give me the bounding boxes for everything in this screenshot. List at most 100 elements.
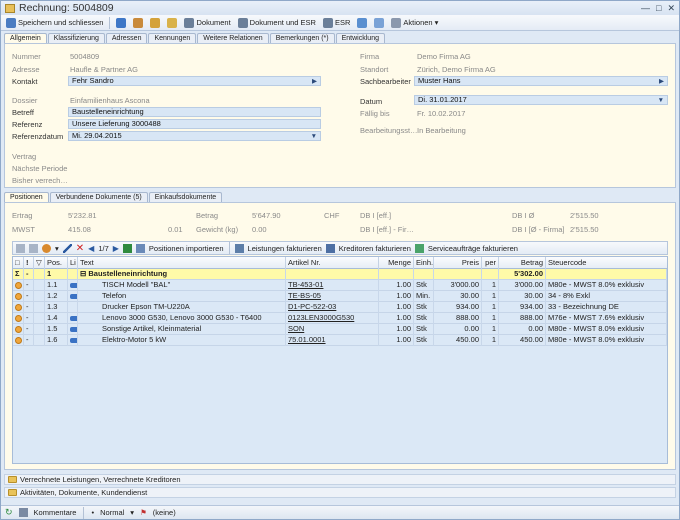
invoice-service-orders-button[interactable]: Serviceaufträge fakturieren xyxy=(428,244,518,253)
tab-verbundene-dokumente[interactable]: Verbundene Dokumente (5) xyxy=(49,192,148,202)
header-flag-icon[interactable]: ! xyxy=(24,257,34,269)
kontakt-field[interactable]: Fehr Sandro ▶ xyxy=(68,76,321,86)
first-page-icon[interactable]: ◀ xyxy=(88,244,94,253)
position-row[interactable]: -1.4 Lenovo 3000 G530, Lenovo 3000 G530 -… xyxy=(13,313,667,324)
header-einheit[interactable]: Einh. xyxy=(414,257,434,269)
import-positions-button[interactable]: Positionen importieren xyxy=(149,244,224,253)
email-button[interactable] xyxy=(372,16,386,29)
window-title: Rechnung: 5004809 xyxy=(19,2,114,14)
status-cell xyxy=(13,324,24,335)
per-cell: 1 xyxy=(482,324,499,335)
document-button[interactable]: Dokument xyxy=(182,16,232,29)
invoice-services-button[interactable]: Leistungen fakturieren xyxy=(248,244,322,253)
forward-icon[interactable] xyxy=(29,243,38,253)
flag-dropdown[interactable]: (keine) xyxy=(153,508,176,517)
db-avg-firma-value: 2'515.50 xyxy=(570,225,599,234)
preis-cell: 3'000.00 xyxy=(434,280,482,291)
tab-weitere-relationen[interactable]: Weitere Relationen xyxy=(197,33,269,43)
bearbeitung-label: Bearbeitungsst… xyxy=(360,126,418,135)
invoice-creditors-button[interactable]: Kreditoren fakturieren xyxy=(339,244,411,253)
header-preis[interactable]: Preis xyxy=(434,257,482,269)
li-cell xyxy=(68,302,78,313)
tab-allgemein[interactable]: Allgemein xyxy=(4,33,47,43)
header-artikel[interactable]: Artikel Nr. xyxy=(286,257,379,269)
chevron-down-icon[interactable]: ▼ xyxy=(658,97,664,104)
header-text[interactable]: Text xyxy=(78,257,286,269)
tab-positionen[interactable]: Positionen xyxy=(4,192,49,202)
sachbearbeiter-field[interactable]: Muster Hans ▶ xyxy=(414,76,668,86)
tab-adressen[interactable]: Adressen xyxy=(105,33,148,43)
save-close-button[interactable]: Speichern und schliessen xyxy=(4,16,105,29)
document-esr-button[interactable]: Dokument und ESR xyxy=(236,16,318,29)
empty-cell xyxy=(434,269,482,280)
position-row[interactable]: -1.1 TISCH Modell "BAL" TB-453-01 1.00 Stk 3'… xyxy=(13,280,667,291)
add-position-icon[interactable] xyxy=(42,243,51,253)
copy-button[interactable] xyxy=(148,16,162,29)
datum-field[interactable]: Di. 31.01.2017 ▼ xyxy=(414,95,668,105)
delete-icon[interactable]: ✕ xyxy=(76,243,84,254)
position-row[interactable]: -1.3 Drucker Epson TM-U220A D1-PC-522-03 1.… xyxy=(13,302,667,313)
chevron-down-icon[interactable]: ▾ xyxy=(130,508,134,517)
header-doc-icon[interactable]: □ xyxy=(13,257,24,269)
header-filter-icon[interactable]: ▽ xyxy=(34,257,45,269)
chevron-down-icon[interactable]: ▼ xyxy=(311,133,317,140)
comments-button[interactable]: Kommentare xyxy=(34,508,77,517)
tab-kennungen[interactable]: Kennungen xyxy=(148,33,197,43)
chevron-right-icon[interactable]: ▶ xyxy=(659,78,664,85)
actions-button[interactable]: Aktionen ▾ xyxy=(389,16,440,29)
position-status-icon xyxy=(15,337,22,344)
flag-cell: - xyxy=(24,280,34,291)
email-icon xyxy=(374,17,385,28)
header-li[interactable]: Li xyxy=(68,257,78,269)
group-pos: 1 xyxy=(45,269,68,280)
menge-cell: 1.00 xyxy=(379,335,414,346)
betrag-cell: 30.00 xyxy=(499,291,546,302)
tab-klassifizierung[interactable]: Klassifizierung xyxy=(47,33,105,43)
position-row[interactable]: -1.2 Telefon TE-BS-05 1.00 Min. 30.00 1 30.00 34… xyxy=(13,291,667,302)
bearbeitung-value: In Bearbeitung xyxy=(417,126,466,135)
header-pos[interactable]: Pos. xyxy=(45,257,68,269)
betreff-field[interactable]: Baustelleneinrichtung xyxy=(68,107,321,117)
aktivitaeten-section[interactable]: Aktivitäten, Dokumente, Kundendienst xyxy=(4,487,676,498)
refresh-icon[interactable]: ↻ xyxy=(5,507,13,518)
menge-cell: 1.00 xyxy=(379,291,414,302)
referenzdatum-field[interactable]: Mi. 29.04.2015 ▼ xyxy=(68,131,321,141)
tab-bemerkungen[interactable]: Bemerkungen (*) xyxy=(269,33,335,43)
header-menge[interactable]: Menge xyxy=(379,257,414,269)
print-preview-button[interactable] xyxy=(355,16,369,29)
delivery-car-icon xyxy=(70,283,77,288)
header-per[interactable]: per xyxy=(482,257,499,269)
group-row[interactable]: Σ -1 ⊟ Baustelleneinrichtung 5'302.00 xyxy=(13,269,667,280)
import-icon xyxy=(135,243,145,253)
chevron-down-icon[interactable]: ▾ xyxy=(55,244,59,253)
empty-cell xyxy=(286,269,379,280)
position-row[interactable]: -1.5 Sonstige Artikel, Kleinmaterial SON 1.… xyxy=(13,324,667,335)
verrechnete-section[interactable]: Verrechnete Leistungen, Verrechnete Kred… xyxy=(4,474,676,485)
esr-button[interactable]: ESR xyxy=(321,16,352,29)
excel-icon[interactable] xyxy=(122,243,132,253)
filter-cell xyxy=(34,269,45,280)
exit-button[interactable] xyxy=(114,16,128,29)
li-cell xyxy=(68,335,78,346)
chevron-right-icon[interactable]: ▶ xyxy=(312,78,317,85)
minimize-icon[interactable]: — xyxy=(641,3,650,14)
chevron-down-icon: ▾ xyxy=(434,18,439,27)
edit-icon[interactable] xyxy=(62,243,72,253)
tab-entwicklung[interactable]: Entwicklung xyxy=(335,33,385,43)
invoice-icon xyxy=(5,4,15,13)
last-page-icon[interactable]: ▶ xyxy=(113,244,119,253)
referenz-field[interactable]: Unsere Lieferung 3000488 xyxy=(68,119,321,129)
back-icon[interactable] xyxy=(16,243,25,253)
firma-value: Demo Firma AG xyxy=(417,52,471,61)
attach-button[interactable] xyxy=(165,16,179,29)
maximize-icon[interactable]: □ xyxy=(656,3,661,14)
priority-dropdown[interactable]: Normal xyxy=(100,508,124,517)
header-steuercode[interactable]: Steuercode xyxy=(546,257,667,269)
header-betrag[interactable]: Betrag xyxy=(499,257,546,269)
empty-cell xyxy=(379,269,414,280)
text-cell: TISCH Modell "BAL" xyxy=(78,280,286,291)
tab-einkaufsdokumente[interactable]: Einkaufsdokumente xyxy=(148,192,223,202)
package-button[interactable] xyxy=(131,16,145,29)
close-icon[interactable]: ✕ xyxy=(667,3,675,14)
position-row[interactable]: -1.6 Elektro-Motor 5 kW 75.01.0001 1.00 Stk 4… xyxy=(13,335,667,346)
